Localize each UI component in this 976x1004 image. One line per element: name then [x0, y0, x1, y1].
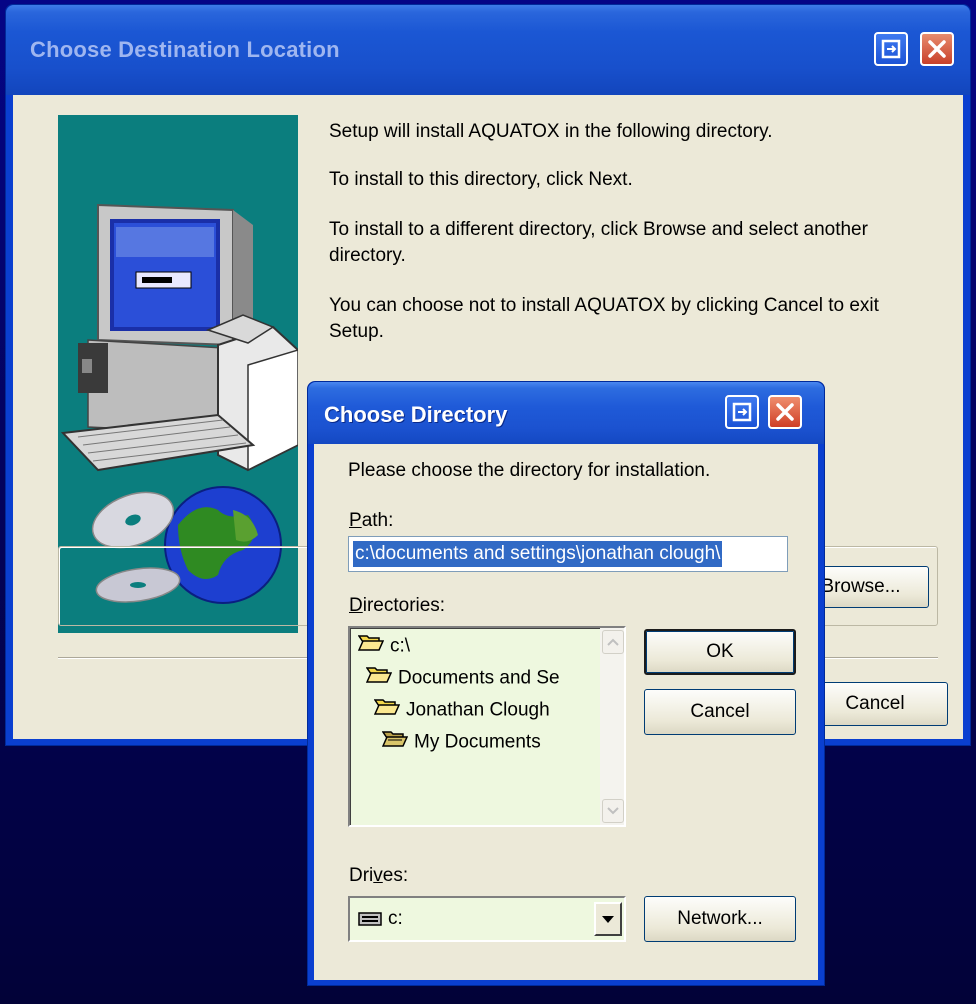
drives-label-accel: v: [373, 865, 383, 886]
directories-label-accel: D: [349, 595, 363, 616]
directory-item[interactable]: Documents and Se: [365, 664, 560, 693]
scroll-up-icon[interactable]: [602, 630, 624, 654]
dialog-title-bar[interactable]: Choose Directory: [308, 382, 824, 444]
directory-list[interactable]: c:\ Documents and Se Jonathan Clough My …: [348, 626, 626, 827]
folder-open-icon: [357, 632, 385, 661]
directory-item-label: My Documents: [414, 731, 541, 753]
directory-item-label: Jonathan Clough: [406, 699, 550, 721]
close-icon[interactable]: [768, 395, 802, 429]
drive-select-value-row: c:: [358, 906, 403, 932]
setup-window-title: Choose Destination Location: [30, 37, 340, 62]
drive-select[interactable]: c:: [348, 896, 626, 942]
folder-open-icon: [381, 728, 409, 757]
cancel-button[interactable]: Cancel: [644, 689, 796, 735]
setup-install-text: Setup will install AQUATOX in the follow…: [329, 121, 773, 142]
setup-cancel-text: You can choose not to install AQUATOX by…: [329, 295, 879, 342]
setup-next-text: To install to this directory, click Next…: [329, 169, 633, 190]
network-button[interactable]: Network...: [644, 896, 796, 942]
directories-label: Directories:: [349, 595, 445, 617]
directory-item-label: Documents and Se: [398, 667, 560, 689]
folder-open-icon: [373, 696, 401, 725]
path-label: Path:: [349, 510, 393, 532]
dialog-title: Choose Directory: [324, 402, 508, 427]
setup-browse-text: To install to a different directory, cli…: [329, 219, 868, 266]
directory-item[interactable]: c:\: [357, 632, 411, 661]
close-icon[interactable]: [920, 32, 954, 66]
ok-button[interactable]: OK: [644, 629, 796, 675]
chevron-down-icon[interactable]: [594, 902, 622, 936]
path-input-value: c:\documents and settings\jonathan cloug…: [353, 541, 723, 567]
dialog-instruction: Please choose the directory for installa…: [348, 460, 711, 481]
directory-item-label: c:\: [390, 635, 411, 657]
drives-label-post: es:: [382, 865, 409, 886]
directories-label-rest: irectories:: [362, 595, 446, 616]
setup-title-bar[interactable]: Choose Destination Location: [6, 5, 970, 95]
drives-label-pre: Dri: [349, 865, 374, 886]
choose-directory-dialog: Choose Directory Please choose the direc…: [307, 381, 825, 986]
help-icon[interactable]: [874, 32, 908, 66]
drive-select-value: c:: [388, 908, 403, 929]
drives-label: Drives:: [349, 865, 408, 887]
dialog-body: Please choose the directory for installa…: [314, 444, 818, 980]
folder-open-icon: [365, 664, 393, 693]
directory-item[interactable]: My Documents: [381, 728, 541, 757]
path-label-rest: ath:: [361, 510, 394, 531]
scroll-down-icon[interactable]: [602, 799, 624, 823]
hard-drive-icon: [358, 908, 388, 929]
path-label-accel: P: [349, 510, 362, 531]
path-input[interactable]: c:\documents and settings\jonathan cloug…: [348, 536, 788, 572]
help-icon[interactable]: [725, 395, 759, 429]
directory-item[interactable]: Jonathan Clough: [373, 696, 550, 725]
directory-scrollbar[interactable]: [600, 628, 624, 825]
